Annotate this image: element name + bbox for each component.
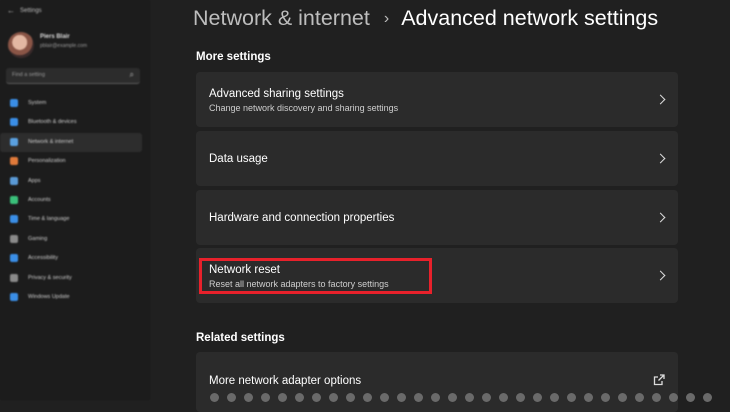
card-title: Advanced sharing settings [209, 88, 344, 100]
taskbar-app-icon[interactable] [261, 393, 270, 402]
taskbar-app-icon[interactable] [533, 393, 542, 402]
taskbar-app-icon[interactable] [686, 393, 695, 402]
bluetooth-icon [10, 118, 18, 127]
chevron-right-icon [655, 270, 666, 281]
taskbar-app-icon[interactable] [295, 393, 304, 402]
taskbar-app-icon[interactable] [618, 393, 627, 402]
taskbar-app-icon[interactable] [584, 393, 593, 402]
user-email: pblair@example.com [40, 43, 88, 49]
taskbar-app-icon[interactable] [550, 393, 559, 402]
search-placeholder: Find a setting [12, 72, 46, 78]
brush-icon [10, 157, 18, 166]
taskbar-app-icon[interactable] [363, 393, 372, 402]
sidebar-item-label: Windows Update [28, 293, 70, 300]
sidebar-item-label: Accounts [28, 196, 51, 203]
taskbar-app-icon[interactable] [499, 393, 508, 402]
sidebar-item-label: Time & language [28, 216, 70, 223]
taskbar-app-icon[interactable] [278, 393, 287, 402]
shield-icon [10, 273, 18, 282]
taskbar-app-icon[interactable] [601, 393, 610, 402]
taskbar-app-icon[interactable] [329, 393, 338, 402]
more-adapter-options-card[interactable]: More network adapter options [196, 352, 678, 412]
highlight-box [199, 258, 432, 294]
sidebar-item-time-language[interactable]: Time & language [0, 210, 150, 229]
search-input[interactable]: Find a setting ⌕ [6, 68, 140, 84]
sidebar-item-system[interactable]: System [0, 94, 150, 113]
card-title: More network adapter options [209, 375, 362, 387]
sidebar-item-gaming[interactable]: Gaming [0, 230, 150, 249]
sidebar-item-personalization[interactable]: Personalization [0, 152, 150, 171]
section-more-settings: More settings [196, 51, 271, 63]
sidebar-nav: System Bluetooth & devices Network & int… [0, 94, 150, 307]
taskbar-app-icon[interactable] [516, 393, 525, 402]
taskbar-app-icon[interactable] [431, 393, 440, 402]
chevron-right-icon [655, 94, 666, 105]
sidebar-item-bluetooth[interactable]: Bluetooth & devices [0, 113, 150, 132]
taskbar-app-icon[interactable] [448, 393, 457, 402]
sidebar-item-label: Privacy & security [28, 274, 72, 281]
taskbar [210, 392, 730, 402]
sidebar-item-label: Gaming [28, 235, 48, 242]
user-name: Piers Blair [40, 34, 70, 40]
advanced-sharing-card[interactable]: Advanced sharing settings Change network… [196, 72, 678, 127]
taskbar-app-icon[interactable] [397, 393, 406, 402]
sidebar-item-label: Network & internet [28, 138, 74, 145]
globe-icon [10, 215, 18, 224]
sidebar-item-label: Personalization [28, 158, 66, 165]
sidebar-item-network[interactable]: Network & internet [0, 132, 142, 153]
app-title: Settings [20, 8, 42, 14]
breadcrumb: Network & internet › Advanced network sett… [193, 6, 658, 31]
taskbar-app-icon[interactable] [210, 393, 219, 402]
data-usage-card[interactable]: Data usage [196, 131, 678, 186]
taskbar-app-icon[interactable] [465, 393, 474, 402]
taskbar-app-icon[interactable] [482, 393, 491, 402]
sidebar-item-accessibility[interactable]: Accessibility [0, 249, 150, 268]
update-icon [10, 292, 18, 301]
breadcrumb-separator: › [383, 10, 390, 27]
back-arrow-icon[interactable]: ← [7, 6, 15, 15]
hardware-properties-card[interactable]: Hardware and connection properties [196, 190, 678, 245]
sidebar-item-label: System [28, 100, 47, 106]
external-link-icon [653, 374, 665, 386]
sidebar-item-apps[interactable]: Apps [0, 172, 150, 191]
accessibility-icon [10, 254, 18, 263]
taskbar-app-icon[interactable] [652, 393, 661, 402]
sidebar-item-label: Apps [28, 177, 41, 184]
card-title: Data usage [209, 153, 268, 165]
card-subtitle: Change network discovery and sharing set… [209, 103, 399, 113]
accounts-icon [10, 195, 18, 204]
search-icon: ⌕ [129, 70, 134, 79]
card-title: Hardware and connection properties [209, 212, 395, 224]
taskbar-app-icon[interactable] [244, 393, 253, 402]
page-title: Advanced network settings [401, 6, 659, 30]
taskbar-app-icon[interactable] [227, 393, 236, 402]
sidebar: ← Settings Piers Blair pblair@example.co… [0, 0, 150, 400]
avatar[interactable] [8, 32, 34, 58]
taskbar-app-icon[interactable] [669, 393, 678, 402]
taskbar-app-icon[interactable] [635, 393, 644, 402]
gamepad-icon [10, 234, 18, 243]
taskbar-app-icon[interactable] [703, 393, 712, 402]
sidebar-item-accounts[interactable]: Accounts [0, 191, 150, 210]
taskbar-app-icon[interactable] [380, 393, 389, 402]
sidebar-item-privacy[interactable]: Privacy & security [0, 269, 150, 288]
taskbar-app-icon[interactable] [346, 393, 355, 402]
apps-icon [10, 176, 18, 185]
breadcrumb-parent[interactable]: Network & internet [193, 6, 370, 30]
taskbar-app-icon[interactable] [567, 393, 576, 402]
chevron-right-icon [655, 153, 666, 164]
sidebar-item-windows-update[interactable]: Windows Update [0, 288, 150, 307]
system-icon [10, 99, 18, 107]
network-icon [10, 137, 18, 146]
sidebar-item-label: Accessibility [28, 255, 58, 262]
section-related-settings: Related settings [196, 332, 285, 344]
taskbar-app-icon[interactable] [414, 393, 423, 402]
chevron-right-icon [655, 212, 666, 223]
taskbar-app-icon[interactable] [312, 393, 321, 402]
sidebar-item-label: Bluetooth & devices [28, 119, 77, 126]
